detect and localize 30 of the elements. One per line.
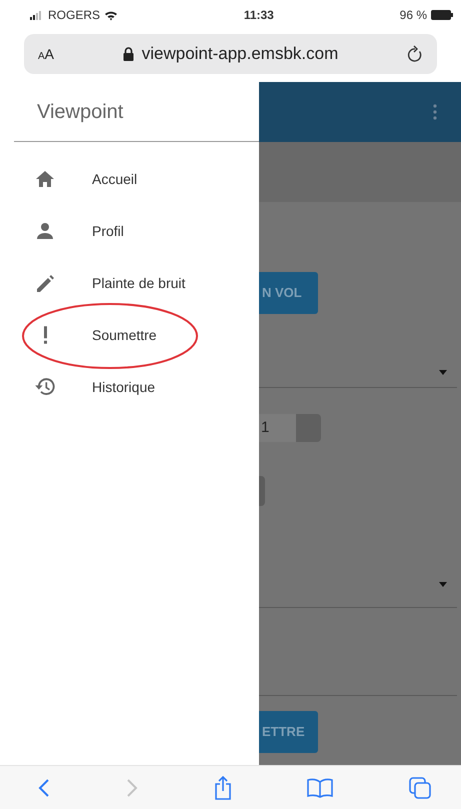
dimmed-control <box>259 476 265 506</box>
person-icon <box>37 223 53 239</box>
menu-item[interactable]: Profil <box>92 220 124 242</box>
battery-percent: 96 % <box>400 7 427 24</box>
wifi-icon <box>104 10 118 20</box>
menu-item[interactable]: Plainte de bruit <box>92 272 186 294</box>
lock-icon <box>122 47 134 61</box>
exclamation-icon <box>44 326 46 344</box>
text-size-button[interactable]: AA <box>38 44 54 64</box>
tabs-icon[interactable] <box>409 776 431 798</box>
menu-item[interactable]: Soumettre <box>92 324 157 346</box>
address-bar[interactable]: AA viewpoint-app.emsbk.com <box>24 34 437 74</box>
bookmarks-icon[interactable] <box>307 778 334 798</box>
signal-icon <box>30 10 44 20</box>
share-icon[interactable] <box>214 776 232 800</box>
dropdown-caret-icon[interactable] <box>439 370 447 375</box>
menu-item[interactable]: Historique <box>92 376 156 398</box>
home-icon <box>36 171 54 187</box>
history-icon <box>35 378 55 396</box>
drawer-title: Viewpoint <box>37 100 124 124</box>
clock-time: 11:33 <box>244 7 274 24</box>
url-text: viewpoint-app.emsbk.com <box>142 43 338 66</box>
menu-item[interactable]: Accueil <box>92 168 138 190</box>
more-menu-icon[interactable] <box>433 104 437 120</box>
dropdown-caret-icon[interactable] <box>439 582 447 587</box>
carrier-name: ROGERS <box>48 7 100 24</box>
reload-icon[interactable] <box>406 45 423 63</box>
pencil-icon <box>36 274 54 292</box>
back-icon[interactable] <box>38 778 50 798</box>
battery-icon <box>431 10 453 20</box>
